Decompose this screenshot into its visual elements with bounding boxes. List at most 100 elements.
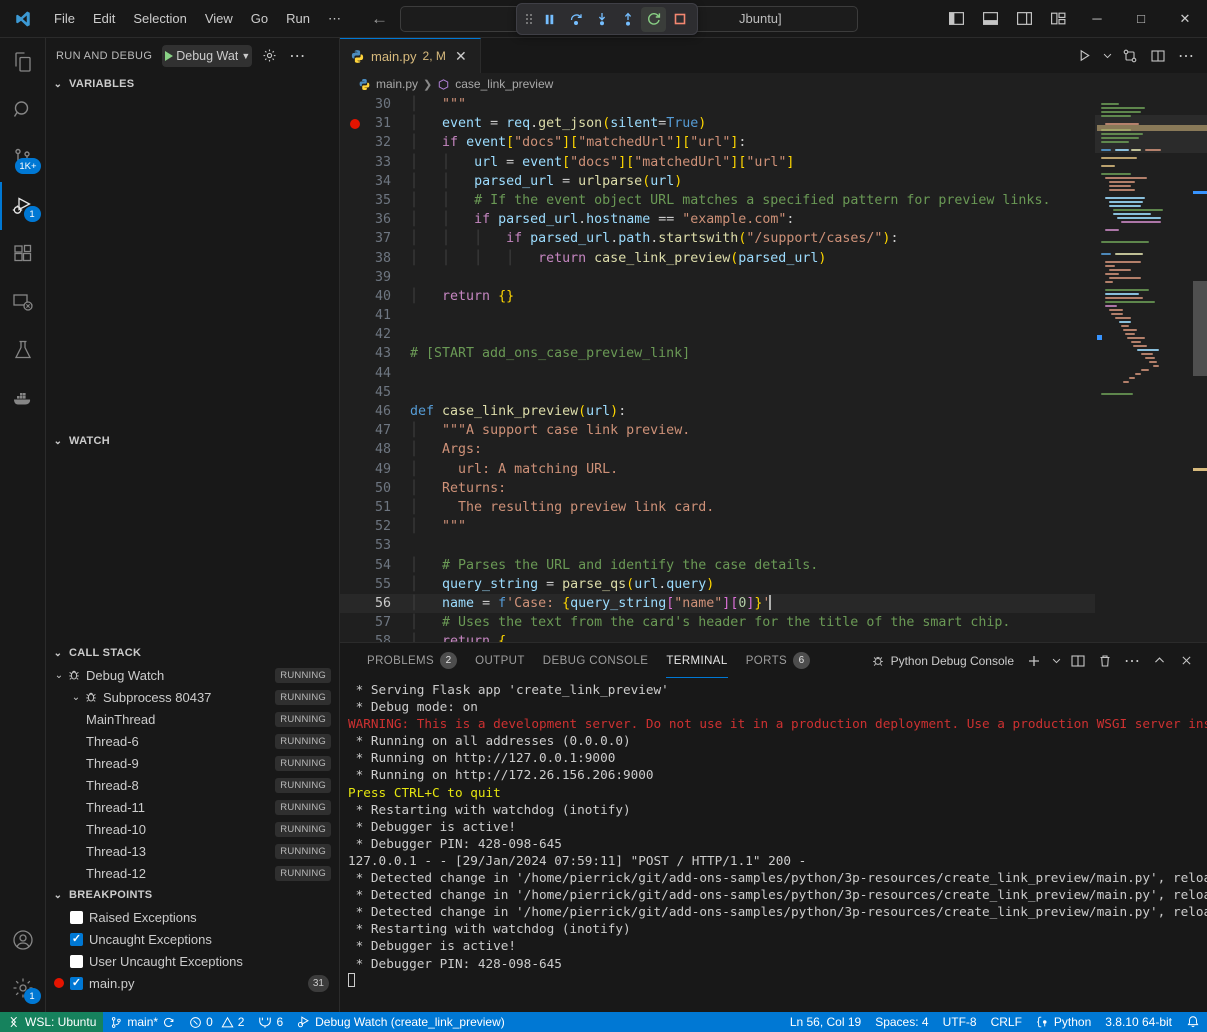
line-number[interactable]: 40 — [340, 287, 406, 306]
section-header-callstack[interactable]: ⌄ CALL STACK — [46, 642, 339, 664]
line-number[interactable]: 48 — [340, 440, 406, 459]
menu-run[interactable]: Run — [278, 8, 318, 29]
status-cursor-position[interactable]: Ln 56, Col 19 — [783, 1012, 868, 1032]
editor-scrollbar-thumb[interactable] — [1193, 281, 1207, 376]
line-number[interactable]: 52 — [340, 517, 406, 536]
activitybar-item-explorer[interactable] — [0, 38, 46, 86]
code-line[interactable]: 34│ │ parsed_url = urlparse(url) — [340, 172, 1095, 191]
menu-selection[interactable]: Selection — [125, 8, 194, 29]
line-number[interactable]: 43 — [340, 344, 406, 363]
start-debugging-icon[interactable] — [165, 51, 173, 61]
activitybar-item-extensions[interactable] — [0, 230, 46, 278]
code-line[interactable]: 46def case_link_preview(url): — [340, 402, 1095, 421]
callstack-row[interactable]: MainThreadRUNNING — [46, 708, 339, 730]
line-number[interactable]: 49 — [340, 460, 406, 479]
breadcrumb-item-file[interactable]: main.py — [358, 77, 418, 91]
activitybar-item-remote-explorer[interactable] — [0, 278, 46, 326]
breakpoint-row[interactable]: main.py31 — [46, 972, 339, 994]
activitybar-item-settings[interactable]: 1 — [0, 964, 46, 1012]
line-number[interactable]: 54 — [340, 556, 406, 575]
menu-edit[interactable]: Edit — [85, 8, 123, 29]
code-line[interactable]: 41 — [340, 306, 1095, 325]
activitybar-item-accounts[interactable] — [0, 916, 46, 964]
toggle-panel-icon[interactable] — [973, 2, 1007, 36]
menu-go[interactable]: Go — [243, 8, 276, 29]
breakpoint-row[interactable]: User Uncaught Exceptions — [46, 950, 339, 972]
status-language-mode[interactable]: Python — [1029, 1012, 1098, 1032]
source-control-compare-icon[interactable] — [1117, 43, 1143, 69]
code-line[interactable]: 37│ │ │ if parsed_url.path.startswith("/… — [340, 229, 1095, 248]
status-problems[interactable]: 0 2 — [182, 1012, 251, 1032]
line-number[interactable]: 53 — [340, 536, 406, 555]
code-editor[interactable]: 30│ """31│ event = req.get_json(silent=T… — [340, 95, 1095, 642]
status-notifications[interactable] — [1179, 1012, 1207, 1032]
section-header-variables[interactable]: ⌄ VARIABLES — [46, 73, 339, 95]
line-number[interactable]: 41 — [340, 306, 406, 325]
line-number[interactable]: 35 — [340, 191, 406, 210]
minimize-button[interactable]: ─ — [1075, 0, 1119, 37]
line-number[interactable]: 31 — [340, 114, 406, 133]
callstack-row[interactable]: Thread-13RUNNING — [46, 840, 339, 862]
breakpoint-checkbox[interactable] — [70, 911, 83, 924]
line-number[interactable]: 45 — [340, 383, 406, 402]
status-remote-wsl[interactable]: WSL: Ubuntu — [0, 1012, 103, 1032]
maximize-button[interactable]: □ — [1119, 0, 1163, 37]
toggle-secondary-sidebar-icon[interactable] — [1007, 2, 1041, 36]
code-line[interactable]: 57│ # Uses the text from the card's head… — [340, 613, 1095, 632]
line-number[interactable]: 36 — [340, 210, 406, 229]
status-indentation[interactable]: Spaces: 4 — [868, 1012, 935, 1032]
line-number[interactable]: 57 — [340, 613, 406, 632]
code-line[interactable]: 30│ """ — [340, 95, 1095, 114]
stop-icon[interactable] — [667, 7, 692, 32]
editor-tab-main-py[interactable]: main.py 2, M ✕ — [340, 38, 481, 73]
panel-tab-output[interactable]: OUTPUT — [466, 643, 534, 678]
active-terminal-selector[interactable]: Python Debug Console — [865, 654, 1020, 668]
chevron-down-icon[interactable]: ⌄ — [52, 670, 66, 681]
launch-configuration-picker[interactable]: Debug Wat ▼ — [162, 45, 252, 67]
line-number[interactable]: 38 — [340, 249, 406, 268]
code-line[interactable]: 32│ if event["docs"]["matchedUrl"]["url"… — [340, 133, 1095, 152]
line-number[interactable]: 30 — [340, 95, 406, 114]
terminal-output[interactable]: * Serving Flask app 'create_link_preview… — [340, 678, 1207, 1012]
close-panel-icon[interactable] — [1173, 648, 1199, 674]
go-back-icon[interactable]: ← — [371, 10, 388, 27]
menu-more[interactable]: ⋯ — [320, 8, 349, 30]
line-number[interactable]: 34 — [340, 172, 406, 191]
line-number[interactable]: 42 — [340, 325, 406, 344]
activitybar-item-run-and-debug[interactable]: 1 — [0, 182, 46, 230]
code-line[interactable]: 58│ return { — [340, 632, 1095, 642]
callstack-row[interactable]: Thread-10RUNNING — [46, 818, 339, 840]
breakpoint-checkbox[interactable] — [70, 955, 83, 968]
panel-tab-ports[interactable]: PORTS 6 — [737, 643, 819, 678]
code-line[interactable]: 55│ query_string = parse_qs(url.query) — [340, 575, 1095, 594]
terminal-dropdown-chevron-down-icon[interactable] — [1048, 648, 1064, 674]
code-line[interactable]: 43# [START add_ons_case_preview_link] — [340, 344, 1095, 363]
line-number[interactable]: 50 — [340, 479, 406, 498]
code-line[interactable]: 45 — [340, 383, 1095, 402]
breakpoint-row[interactable]: Raised Exceptions — [46, 906, 339, 928]
status-encoding[interactable]: UTF-8 — [936, 1012, 984, 1032]
line-number[interactable]: 55 — [340, 575, 406, 594]
panel-tab-debug-console[interactable]: DEBUG CONSOLE — [534, 643, 658, 678]
sync-icon[interactable] — [162, 1016, 175, 1029]
line-number[interactable]: 51 — [340, 498, 406, 517]
line-number[interactable]: 56 — [340, 594, 406, 613]
callstack-row[interactable]: ⌄Subprocess 80437RUNNING — [46, 686, 339, 708]
code-line[interactable]: 36│ │ if parsed_url.hostname == "example… — [340, 210, 1095, 229]
status-debug-session[interactable]: Debug Watch (create_link_preview) — [290, 1012, 512, 1032]
section-header-breakpoints[interactable]: ⌄ BREAKPOINTS — [46, 884, 339, 906]
line-number[interactable]: 44 — [340, 364, 406, 383]
code-line[interactable]: 56│ name = f'Case: {query_string["name"]… — [340, 594, 1095, 613]
line-number[interactable]: 33 — [340, 153, 406, 172]
breakpoint-row[interactable]: Uncaught Exceptions — [46, 928, 339, 950]
debug-toolbar[interactable] — [516, 3, 698, 35]
callstack-row[interactable]: Thread-12RUNNING — [46, 862, 339, 884]
status-ports[interactable]: 6 — [251, 1012, 290, 1032]
activitybar-item-testing[interactable] — [0, 326, 46, 374]
step-out-icon[interactable] — [615, 7, 640, 32]
code-line[interactable]: 53 — [340, 536, 1095, 555]
close-window-button[interactable]: ✕ — [1163, 0, 1207, 37]
restart-icon[interactable] — [641, 7, 666, 32]
chevron-down-icon[interactable]: ⌄ — [69, 692, 83, 703]
code-line[interactable]: 40│ return {} — [340, 287, 1095, 306]
